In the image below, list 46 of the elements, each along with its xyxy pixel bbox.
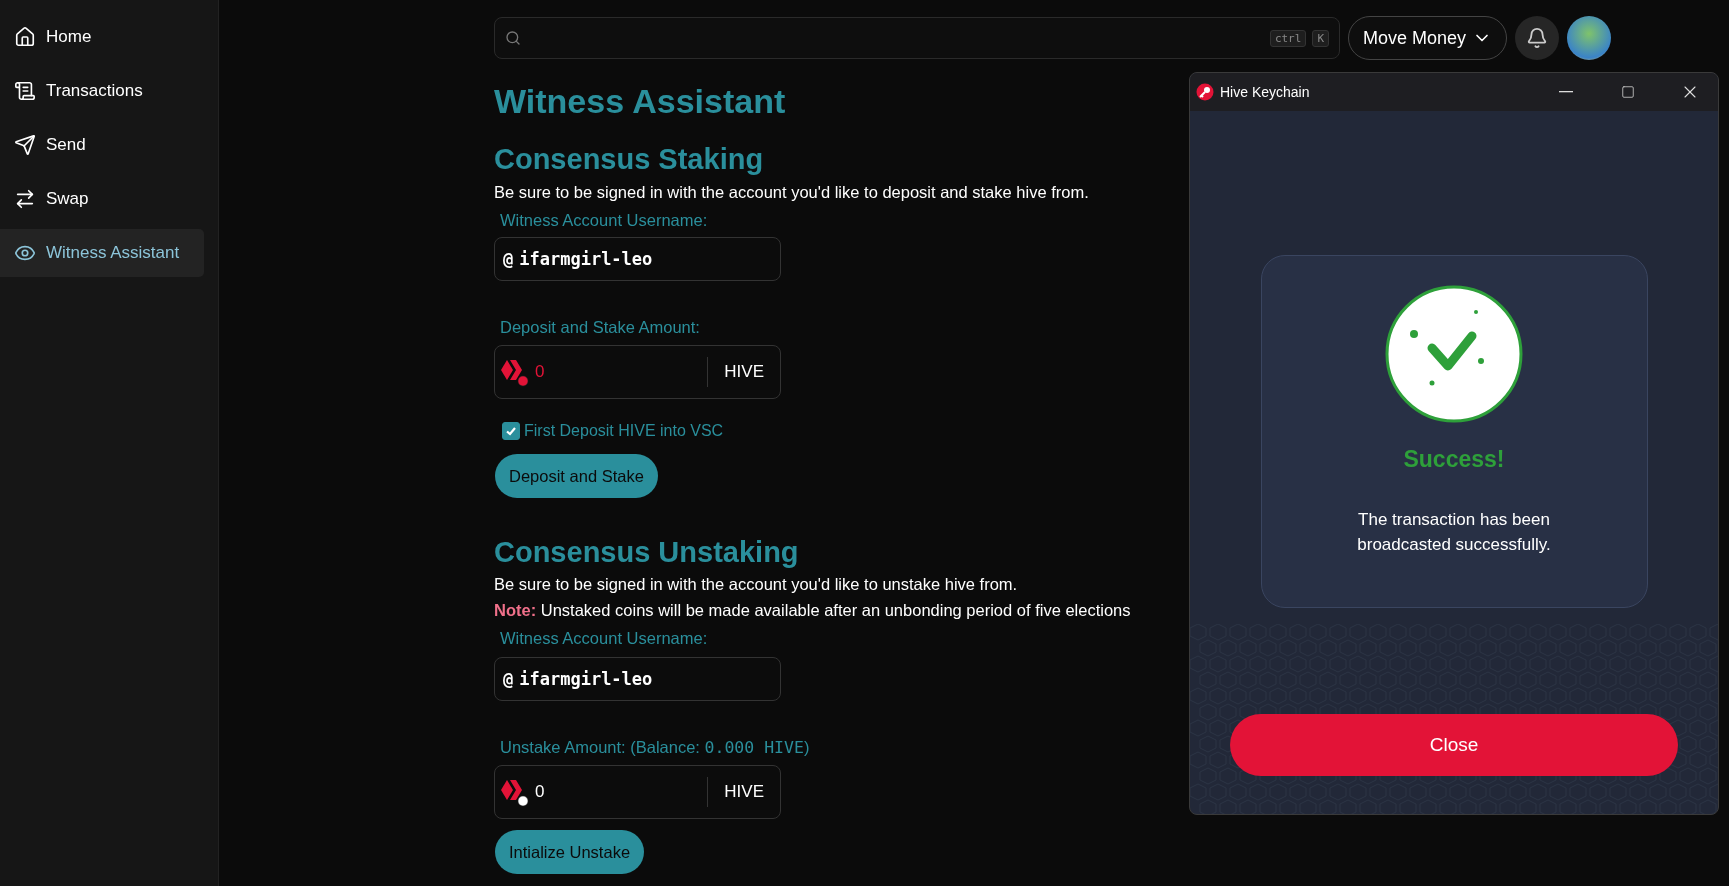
instruction-text: Be sure to be signed in with the account you'd like to unstake hive from. xyxy=(494,574,1018,595)
amount-field[interactable]: 0 HIVE xyxy=(494,345,781,399)
checkmark-icon xyxy=(505,425,517,437)
window-title: Hive Keychain xyxy=(1220,84,1311,100)
checkbox-label: First Deposit HIVE into VSC xyxy=(524,422,724,440)
swap-arrows-icon xyxy=(14,188,36,210)
hive-logo-icon xyxy=(499,777,529,807)
field-label: Witness Account Username: xyxy=(500,628,708,648)
key-logo-icon xyxy=(1196,83,1214,101)
field-label: Witness Account Username: xyxy=(500,210,708,230)
sidebar-item[interactable]: Transactions xyxy=(0,67,204,115)
avatar[interactable] xyxy=(1567,16,1612,60)
home-icon xyxy=(14,26,36,48)
maximize-icon xyxy=(1621,85,1635,99)
instruction-text: Be sure to be signed in with the account you'd like to deposit and stake hive from. xyxy=(494,182,1089,203)
field-label: Unstake Amount: (Balance: 0.000 HIVE) xyxy=(500,737,810,758)
shortcut-key: K xyxy=(1312,29,1329,47)
sidebar-item[interactable]: Swap xyxy=(0,175,204,223)
search-icon xyxy=(505,30,521,46)
section-heading: Consensus Unstaking xyxy=(494,535,799,570)
success-check-icon xyxy=(1384,284,1524,424)
checkbox[interactable] xyxy=(502,422,520,440)
amount-field[interactable]: 0 HIVE xyxy=(494,765,781,819)
notifications-button[interactable] xyxy=(1515,16,1560,60)
paper-plane-icon xyxy=(14,134,36,156)
section-heading: Consensus Staking xyxy=(494,142,764,177)
sidebar-item[interactable]: Home xyxy=(0,13,204,61)
action-button[interactable]: Intialize Unstake xyxy=(495,830,645,874)
move-money-button[interactable]: Move Money xyxy=(1348,16,1508,60)
username-field[interactable]: @ ifarmgirl-leo xyxy=(494,237,781,281)
shortcut-key: ctrl xyxy=(1269,29,1307,47)
action-button[interactable]: Deposit and Stake xyxy=(495,454,658,498)
hive-logo-icon xyxy=(499,357,529,387)
status-title: Success! xyxy=(1403,446,1505,473)
username-field[interactable]: @ ifarmgirl-leo xyxy=(494,657,781,701)
search-field[interactable]: ctrl K xyxy=(494,17,1340,59)
sidebar-item[interactable]: Send xyxy=(0,121,204,169)
close-dialog-button[interactable]: Close xyxy=(1230,714,1678,776)
note-text: Note: Unstaked coins will be made available after an unbonding period of five elections xyxy=(494,600,1131,621)
sidebar-item[interactable]: Witness Assistant xyxy=(0,229,204,277)
status-message: The transaction has been broadcasted successfully. xyxy=(1356,509,1552,556)
minimize-icon xyxy=(1559,91,1573,93)
field-label: Deposit and Stake Amount: xyxy=(500,317,700,337)
bell-icon xyxy=(1526,27,1549,49)
page-title: Witness Assistant xyxy=(494,81,786,122)
scroll-icon xyxy=(14,80,36,102)
